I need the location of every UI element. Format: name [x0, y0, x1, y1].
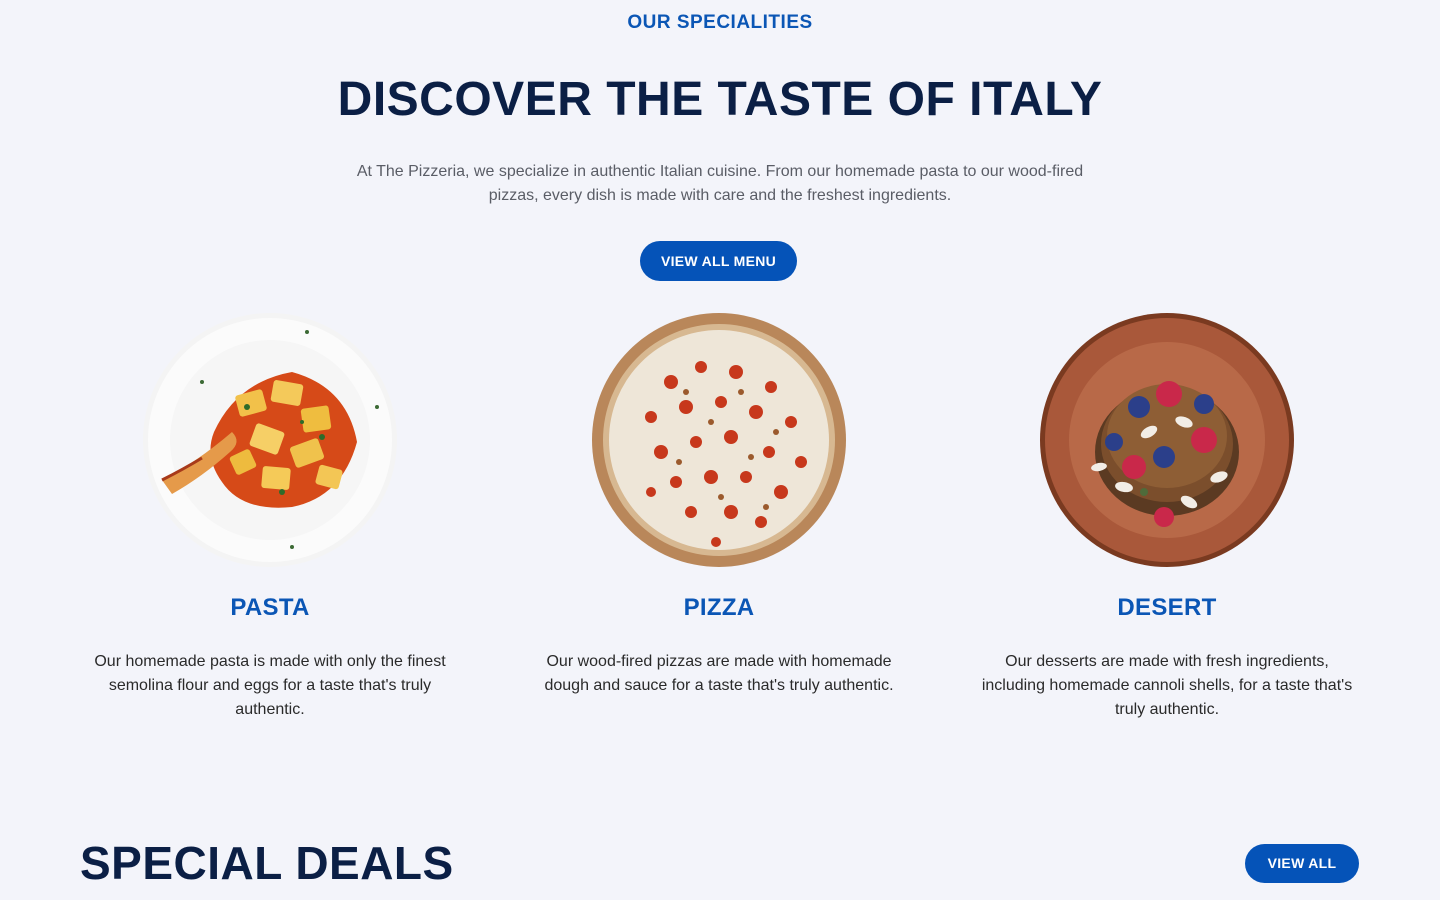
speciality-description: Our desserts are made with fresh ingredi… [981, 653, 1353, 718]
dessert-plate-image [1039, 312, 1295, 568]
special-deals-title: SPECIAL DEALS [80, 837, 454, 889]
speciality-title: DESERT [1117, 594, 1217, 621]
page: OUR SPECIALITIES DISCOVER THE TASTE OF I… [0, 0, 1440, 900]
speciality-card-desert: DESERT Our desserts are made with fresh … [967, 312, 1367, 722]
speciality-title: PASTA [230, 594, 310, 621]
section-eyebrow: OUR SPECIALITIES [627, 12, 813, 33]
speciality-description: Our wood-fired pizzas are made with home… [544, 653, 894, 694]
view-all-menu-button[interactable]: VIEW ALL MENU [640, 241, 797, 281]
section-headline: DISCOVER THE TASTE OF ITALY [337, 73, 1103, 126]
speciality-card-pasta: PASTA Our homemade pasta is made with on… [70, 312, 470, 722]
speciality-description: Our homemade pasta is made with only the… [94, 653, 446, 718]
speciality-card-pizza: PIZZA Our wood-fired pizzas are made wit… [519, 312, 919, 698]
view-all-deals-button[interactable]: VIEW ALL [1245, 844, 1359, 883]
pizza-image [591, 312, 847, 568]
section-intro: At The Pizzeria, we specialize in authen… [356, 163, 1084, 204]
pasta-dish-image [142, 312, 398, 568]
speciality-title: PIZZA [683, 594, 755, 621]
